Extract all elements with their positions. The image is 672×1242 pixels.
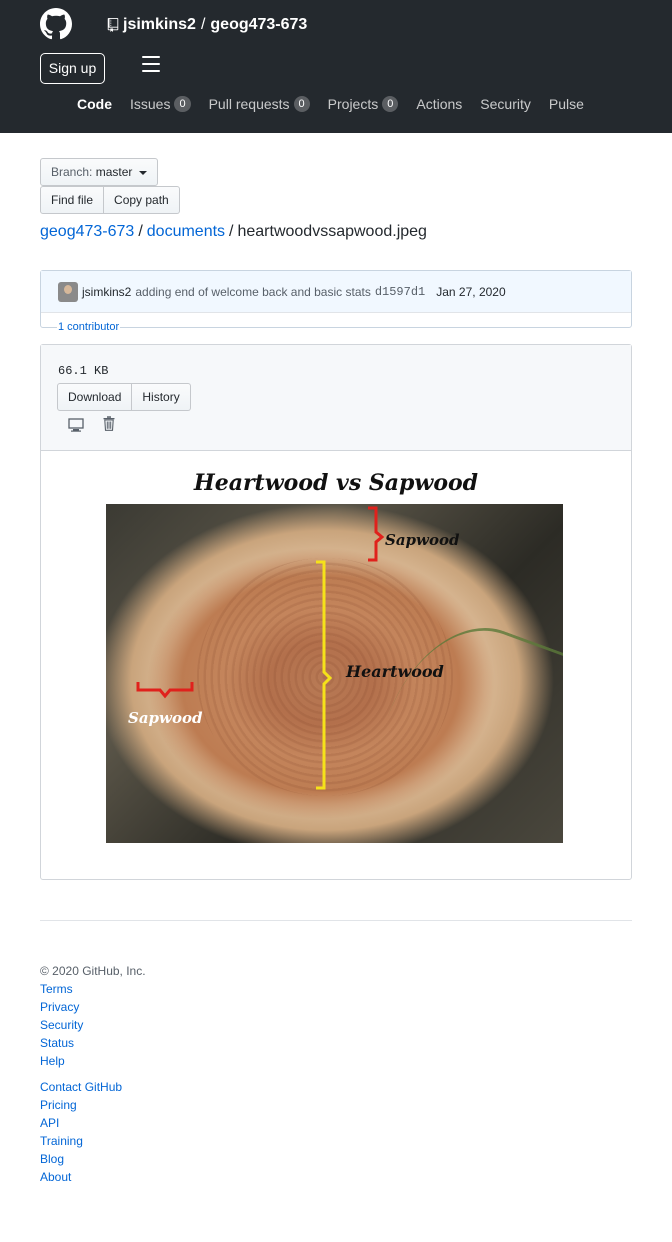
github-logo-icon[interactable]	[40, 8, 72, 40]
chevron-down-icon	[138, 170, 147, 175]
download-button[interactable]: Download	[57, 383, 133, 411]
footer-link-training[interactable]: Training	[40, 1132, 146, 1150]
breadcrumb-repo-link[interactable]: geog473-673	[40, 223, 134, 240]
repo-separator: /	[200, 16, 206, 33]
repo-nav: Code Issues 0 Pull requests 0 Projects 0 Ac…	[77, 96, 602, 112]
commit-tease: jsimkins2 adding end of welcome back and…	[41, 271, 631, 313]
image-preview: Heartwood vs Sapwood Sapwood Heartwood S…	[96, 460, 576, 844]
tab-pull-requests[interactable]: Pull requests 0	[209, 96, 310, 112]
find-file-button[interactable]: Find file	[40, 186, 105, 214]
repo-owner-link[interactable]: jsimkins2	[123, 16, 196, 34]
tab-security[interactable]: Security	[480, 96, 531, 112]
pull-requests-count-badge: 0	[293, 96, 310, 112]
commit-sha-link[interactable]: d1597d1	[375, 285, 425, 299]
tab-label: Issues	[130, 96, 171, 112]
breadcrumb-file-name: heartwoodvssapwood.jpeg	[237, 223, 427, 240]
contributors-link[interactable]: 1 contributor	[57, 321, 121, 333]
footer-copyright: © 2020 GitHub, Inc.	[40, 964, 146, 978]
sapwood-left-brace	[136, 682, 194, 699]
footer-link-blog[interactable]: Blog	[40, 1150, 146, 1168]
footer-link-pricing[interactable]: Pricing	[40, 1096, 146, 1114]
site-header: jsimkins2 / geog473-673 Sign up Code Iss…	[0, 0, 672, 133]
annotation-braces	[136, 506, 385, 790]
repo-name-link[interactable]: geog473-673	[210, 16, 307, 34]
heartwood-label: Heartwood	[346, 662, 444, 681]
commit-date: Jan 27, 2020	[436, 284, 506, 299]
sapwood-left-label: Sapwood	[128, 709, 203, 727]
latest-commit-box: jsimkins2 adding end of welcome back and…	[40, 270, 632, 333]
site-footer: © 2020 GitHub, Inc. Terms Privacy Securi…	[40, 962, 146, 1186]
trash-icon[interactable]	[103, 416, 115, 431]
footer-link-about[interactable]: About	[40, 1168, 146, 1186]
repo-title: jsimkins2 / geog473-673	[107, 16, 307, 34]
tab-label: Actions	[416, 96, 463, 112]
tab-actions[interactable]: Actions	[416, 96, 462, 112]
commit-message-link[interactable]: adding end of welcome back and basic sta…	[135, 285, 370, 299]
tab-pulse[interactable]: Pulse	[549, 96, 584, 112]
image-title: Heartwood vs Sapwood	[193, 470, 479, 496]
file-nav-buttons: Find file Copy path	[40, 186, 180, 214]
copy-path-button[interactable]: Copy path	[104, 186, 180, 214]
projects-count-badge: 0	[382, 96, 399, 112]
footer-link-help[interactable]: Help	[40, 1052, 146, 1070]
file-viewer: 66.1 KB Download History Heartwood vs Sa…	[40, 344, 632, 880]
tab-label: Security	[480, 96, 531, 112]
breadcrumb: geog473-673/documents / heartwoodvssapwood…	[40, 223, 427, 241]
tab-issues[interactable]: Issues 0	[130, 96, 191, 112]
footer-link-contact[interactable]: Contact GitHub	[40, 1078, 146, 1096]
tab-code[interactable]: Code	[77, 96, 112, 112]
tab-label: Code	[77, 96, 112, 112]
file-header: 66.1 KB Download History	[41, 345, 631, 451]
branch-value: master	[95, 165, 133, 179]
sign-up-button[interactable]: Sign up	[40, 53, 105, 84]
footer-link-security[interactable]: Security	[40, 1016, 146, 1034]
footer-link-terms[interactable]: Terms	[40, 980, 146, 998]
tree-cross-section-photo: Sapwood Heartwood Sapwood	[106, 504, 563, 843]
tab-label: Pulse	[548, 96, 584, 112]
footer-link-status[interactable]: Status	[40, 1034, 146, 1052]
desktop-icon[interactable]	[68, 418, 84, 432]
hamburger-menu-icon[interactable]	[142, 56, 160, 72]
history-button[interactable]: History	[132, 383, 191, 411]
tab-label: Pull requests	[208, 96, 290, 112]
breadcrumb-folder-link[interactable]: documents	[147, 223, 225, 240]
tab-label: Projects	[327, 96, 379, 112]
footer-divider	[40, 920, 632, 921]
branch-label: Branch:	[51, 165, 93, 179]
footer-link-privacy[interactable]: Privacy	[40, 998, 146, 1016]
breadcrumb-separator: /	[138, 223, 143, 240]
branch-selector[interactable]: Branch: master	[40, 158, 158, 186]
sapwood-top-brace	[368, 506, 385, 562]
commit-author-link[interactable]: jsimkins2	[82, 285, 131, 299]
file-action-buttons: Download History	[57, 383, 191, 411]
issues-count-badge: 0	[174, 96, 191, 112]
heartwood-brace	[316, 560, 333, 790]
breadcrumb-separator: /	[229, 223, 234, 240]
footer-link-api[interactable]: API	[40, 1114, 146, 1132]
avatar[interactable]	[58, 281, 78, 302]
file-size: 66.1 KB	[58, 364, 109, 378]
tab-projects[interactable]: Projects 0	[328, 96, 399, 112]
repo-icon	[107, 18, 119, 32]
sapwood-top-label: Sapwood	[385, 531, 460, 549]
